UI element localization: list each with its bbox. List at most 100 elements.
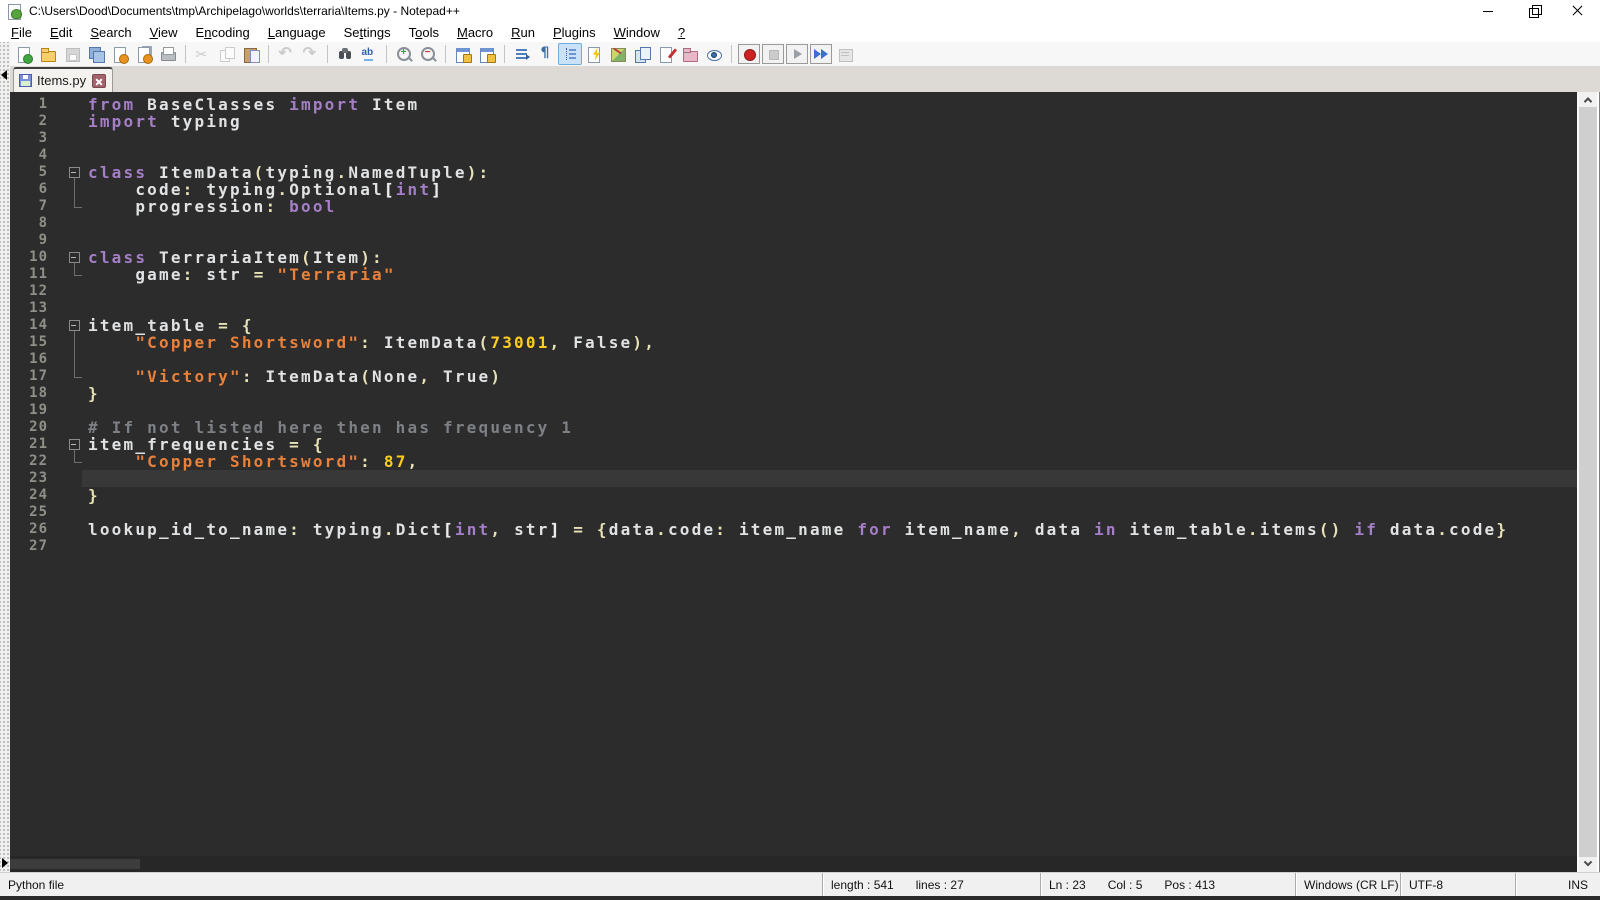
save-all-button[interactable]: [84, 43, 108, 65]
code-line[interactable]: [82, 351, 1577, 368]
fold-collapse-icon[interactable]: [56, 249, 82, 266]
copy-button[interactable]: [215, 43, 239, 65]
status-insert-mode[interactable]: INS: [1515, 873, 1600, 896]
code-area[interactable]: from BaseClasses import Itemimport typin…: [82, 92, 1577, 856]
menu-item-window[interactable]: Window: [605, 23, 669, 42]
code-line[interactable]: }: [82, 385, 1577, 402]
menu-item-file[interactable]: File: [2, 23, 41, 42]
horizontal-scrollbar-thumb[interactable]: [10, 859, 140, 869]
undo-button[interactable]: [274, 43, 298, 65]
record-macro-button[interactable]: [738, 44, 760, 64]
menu-item-tools[interactable]: Tools: [400, 23, 448, 42]
open-file-button[interactable]: [36, 43, 60, 65]
run-macro-multiple-button[interactable]: [810, 44, 832, 64]
menu-item-edit[interactable]: Edit: [41, 23, 81, 42]
stop-macro-icon: [765, 46, 782, 63]
scroll-up-icon[interactable]: [1579, 92, 1597, 107]
code-line[interactable]: class ItemData(typing.NamedTuple):: [82, 164, 1577, 181]
close-button[interactable]: [1555, 0, 1600, 22]
save-macro-button[interactable]: [833, 43, 857, 65]
code-line[interactable]: lookup_id_to_name: typing.Dict[int, str]…: [82, 521, 1577, 538]
sync-horizontal-button[interactable]: [475, 43, 499, 65]
function-list-button[interactable]: [654, 43, 678, 65]
code-line[interactable]: [82, 215, 1577, 232]
tab-items.py[interactable]: Items.py: [13, 67, 113, 92]
code-line[interactable]: class TerrariaItem(Item):: [82, 249, 1577, 266]
status-eol-format[interactable]: Windows (CR LF): [1295, 873, 1400, 896]
fold-collapse-icon[interactable]: [56, 436, 82, 453]
document-switcher-button[interactable]: [630, 43, 654, 65]
status-encoding[interactable]: UTF-8: [1400, 873, 1515, 896]
playback-macro-button[interactable]: [786, 44, 808, 64]
vertical-scrollbar-thumb[interactable]: [1579, 107, 1597, 857]
define-language-button[interactable]: [582, 43, 606, 65]
code-line[interactable]: code: typing.Optional[int]: [82, 181, 1577, 198]
stop-macro-button[interactable]: [762, 44, 784, 64]
fold-margin[interactable]: [56, 92, 82, 856]
show-indent-guide-button[interactable]: [558, 43, 582, 65]
zoom-in-button[interactable]: [392, 43, 416, 65]
code-line[interactable]: "Victory": ItemData(None, True): [82, 368, 1577, 385]
code-line[interactable]: # If not listed here then has frequency …: [82, 419, 1577, 436]
code-line[interactable]: [82, 130, 1577, 147]
code-line[interactable]: import typing: [82, 113, 1577, 130]
menu-item-run[interactable]: Run: [502, 23, 544, 42]
code-line[interactable]: [82, 232, 1577, 249]
monitoring-button[interactable]: [702, 43, 726, 65]
horizontal-scrollbar[interactable]: [10, 856, 1577, 872]
find-button[interactable]: [333, 43, 357, 65]
vertical-scrollbar[interactable]: [1577, 92, 1597, 872]
tab-close-icon[interactable]: [92, 74, 106, 88]
menu-item-encoding[interactable]: Encoding: [187, 23, 259, 42]
cut-button[interactable]: [191, 43, 215, 65]
code-line[interactable]: item_table = {: [82, 317, 1577, 334]
code-line[interactable]: [82, 538, 1577, 555]
menu-item-macro[interactable]: Macro: [448, 23, 502, 42]
code-line[interactable]: item_frequencies = {: [82, 436, 1577, 453]
show-all-characters-button[interactable]: [534, 43, 558, 65]
menu-item-view[interactable]: View: [141, 23, 187, 42]
code-line[interactable]: }: [82, 487, 1577, 504]
code-line[interactable]: game: str = "Terraria": [82, 266, 1577, 283]
code-line[interactable]: "Copper Shortsword": 87,: [82, 453, 1577, 470]
fold-cell: [56, 368, 82, 385]
fold-collapse-icon[interactable]: [56, 164, 82, 181]
code-line[interactable]: [82, 504, 1577, 521]
dock-strip[interactable]: [0, 42, 10, 872]
document-map-button[interactable]: [606, 43, 630, 65]
fold-cell: [56, 351, 82, 368]
fold-collapse-icon[interactable]: [56, 317, 82, 334]
expand-right-icon[interactable]: [2, 858, 8, 868]
paste-button[interactable]: [239, 43, 263, 65]
restore-button[interactable]: [1510, 0, 1555, 22]
menu-item-plugins[interactable]: Plugins: [544, 23, 605, 42]
new-file-button[interactable]: [12, 43, 36, 65]
code-line[interactable]: [82, 470, 1577, 487]
word-wrap-button[interactable]: [510, 43, 534, 65]
close-all-button[interactable]: [132, 43, 156, 65]
code-line[interactable]: progression: bool: [82, 198, 1577, 215]
editor[interactable]: 1234567891011121314151617181920212223242…: [10, 92, 1577, 856]
menu-item-settings[interactable]: Settings: [335, 23, 400, 42]
menu-item-help[interactable]: ?: [669, 23, 694, 42]
menu-item-search[interactable]: Search: [81, 23, 140, 42]
close-file-button[interactable]: [108, 43, 132, 65]
sync-vertical-button[interactable]: [451, 43, 475, 65]
code-line[interactable]: [82, 402, 1577, 419]
code-line[interactable]: [82, 147, 1577, 164]
code-line[interactable]: "Copper Shortsword": ItemData(73001, Fal…: [82, 334, 1577, 351]
print-button[interactable]: [156, 43, 180, 65]
menu-item-language[interactable]: Language: [259, 23, 335, 42]
folder-as-workspace-button[interactable]: [678, 43, 702, 65]
replace-button[interactable]: [357, 43, 381, 65]
save-file-button[interactable]: [60, 43, 84, 65]
redo-button[interactable]: [298, 43, 322, 65]
fold-cell: [56, 334, 82, 351]
code-line[interactable]: [82, 283, 1577, 300]
code-line[interactable]: from BaseClasses import Item: [82, 96, 1577, 113]
collapse-left-icon[interactable]: [1, 70, 7, 80]
zoom-out-button[interactable]: [416, 43, 440, 65]
minimize-button[interactable]: [1465, 0, 1510, 22]
scroll-down-icon[interactable]: [1579, 857, 1597, 872]
code-line[interactable]: [82, 300, 1577, 317]
